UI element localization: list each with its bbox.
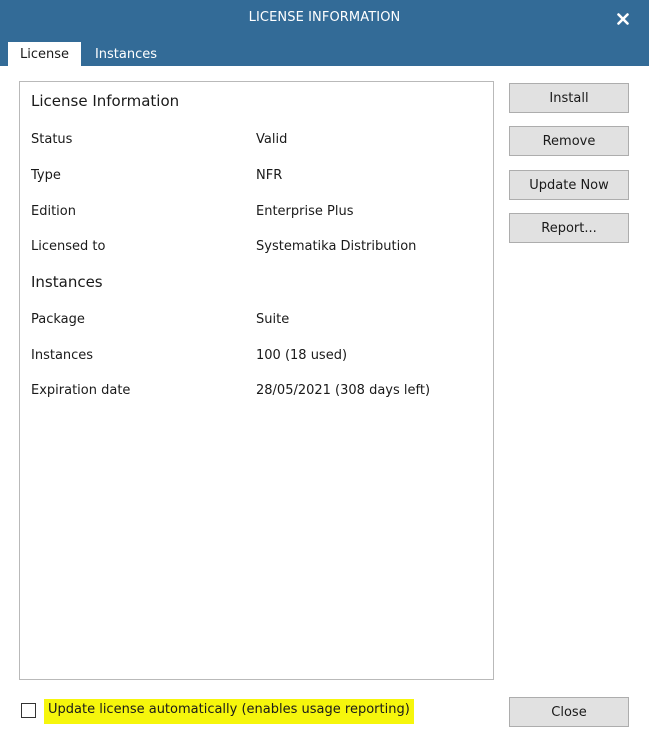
instances-label: Instances: [31, 348, 94, 363]
tab-instances[interactable]: Instances: [86, 42, 166, 67]
report-button[interactable]: Report...: [509, 213, 629, 243]
auto-update-checkbox[interactable]: [21, 703, 36, 718]
type-label: Type: [31, 168, 61, 183]
license-details-panel: License Information Status Valid Type NF…: [19, 81, 494, 680]
license-information-heading: License Information: [31, 92, 180, 110]
status-label: Status: [31, 132, 73, 147]
licensed-to-value: Systematika Distribution: [256, 239, 417, 254]
edition-label: Edition: [31, 204, 76, 219]
title-bar: LICENSE INFORMATION License Instances: [0, 0, 649, 67]
package-label: Package: [31, 312, 85, 327]
install-button[interactable]: Install: [509, 83, 629, 113]
close-icon[interactable]: [612, 8, 634, 30]
instances-heading: Instances: [31, 273, 103, 291]
instances-value: 100 (18 used): [256, 348, 348, 363]
remove-button[interactable]: Remove: [509, 126, 629, 156]
edition-value: Enterprise Plus: [256, 204, 354, 219]
status-value: Valid: [256, 132, 288, 147]
update-now-button[interactable]: Update Now: [509, 170, 629, 200]
window-title: LICENSE INFORMATION: [248, 10, 401, 25]
auto-update-label[interactable]: Update license automatically (enables us…: [44, 699, 414, 724]
type-value: NFR: [256, 168, 283, 183]
expiration-date-label: Expiration date: [31, 383, 131, 398]
tab-license[interactable]: License: [8, 42, 81, 67]
close-button[interactable]: Close: [509, 697, 629, 727]
licensed-to-label: Licensed to: [31, 239, 106, 254]
package-value: Suite: [256, 312, 290, 327]
expiration-date-value: 28/05/2021 (308 days left): [256, 383, 431, 398]
